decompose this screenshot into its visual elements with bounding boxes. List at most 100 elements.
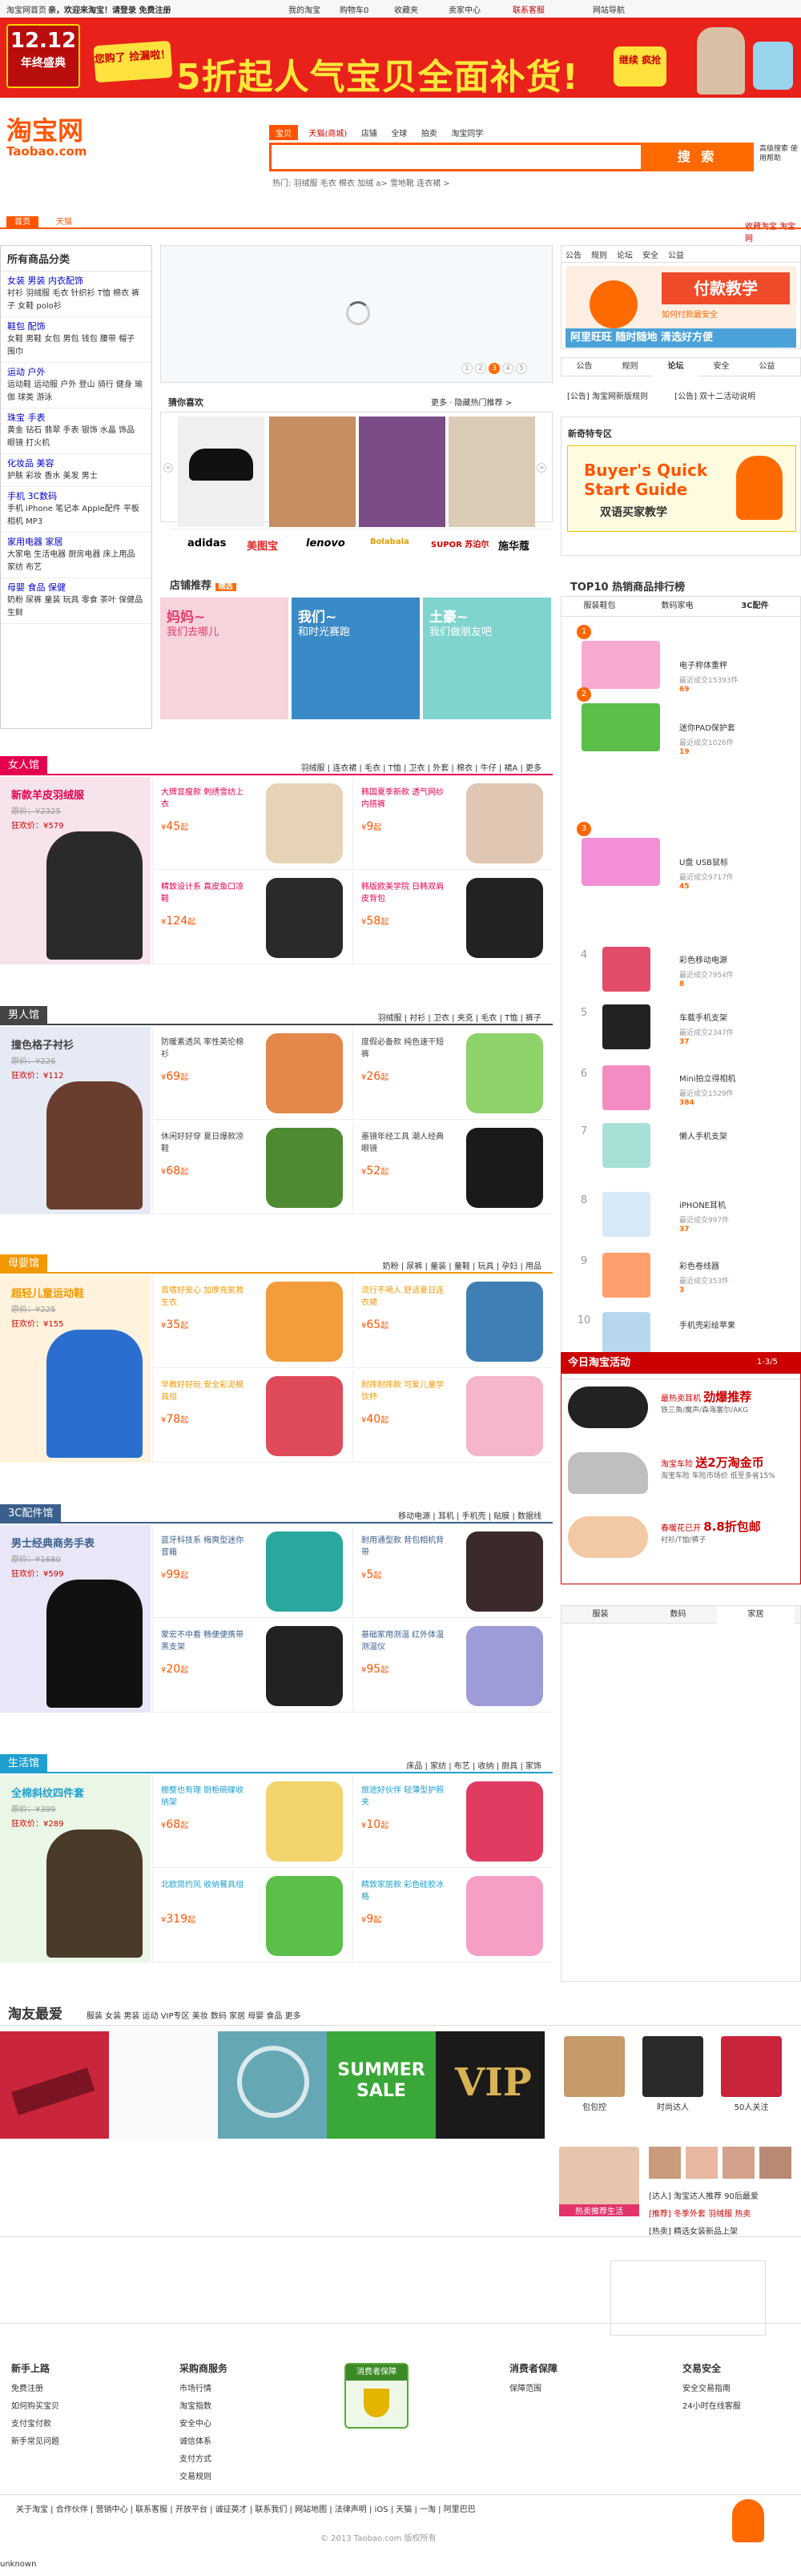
footer-link[interactable]: 安全中心	[179, 2416, 227, 2433]
category-links[interactable]: 运动鞋 运动服 户外 登山 骑行 健身 瑜伽 球类 游泳	[7, 379, 145, 405]
fav-list-item[interactable]: [热卖] 精选女装新品上架	[649, 2224, 759, 2241]
avatar[interactable]	[759, 2147, 791, 2179]
category-heading[interactable]: 鞋包 配饰	[7, 320, 145, 333]
announce-tab[interactable]: 安全	[642, 248, 658, 260]
activity-item[interactable]: 春暖花已开 8.8折包邮 衬衫/T恤/裤子	[568, 1513, 794, 1561]
rank-item-name[interactable]: 彩色移动电源	[679, 953, 727, 965]
aliwangwang-bar[interactable]: 阿里旺旺 随时随地 清选好方便	[566, 328, 796, 348]
category-group[interactable]: 珠宝 手表 黄金 钻石 翡翠 手表 银饰 水晶 饰品 眼镜 打火机	[1, 409, 151, 454]
floor-title[interactable]: 母婴馆	[0, 1254, 48, 1274]
fav-user[interactable]: 时尚达人	[638, 2036, 708, 2112]
category-links[interactable]: 大家电 生活电器 厨房电器 床上用品 家纺 布艺	[7, 549, 145, 574]
fav-banner[interactable]: VIP	[436, 2031, 545, 2139]
floor-title[interactable]: 男人馆	[0, 1006, 48, 1025]
top10-item[interactable]: 1 电子称体重秤 最近成交15393件 69	[570, 620, 795, 694]
search-tab-global[interactable]: 全球	[391, 127, 407, 139]
category-links[interactable]: 手机 iPhone 笔记本 Apple配件 平板 相机 MP3	[7, 503, 145, 529]
activity-item[interactable]: 最热卖耳机 劲爆推荐 铁三角/魔声/森海塞尔/AKG	[568, 1383, 794, 1431]
category-links[interactable]: 奶粉 尿裤 童装 玩具 零食 茶叶 保健品 生鲜	[7, 594, 145, 620]
brand-logo[interactable]: 施华蔻	[498, 537, 529, 553]
category-group[interactable]: 母婴 食品 保健 奶粉 尿裤 童装 玩具 零食 茶叶 保健品 生鲜	[1, 578, 151, 624]
rank-item-name[interactable]: 彩色卷线器	[679, 1259, 719, 1271]
top10-item[interactable]: 2 迷你PAD保护套 最近成交1026件 19	[570, 682, 795, 756]
floor-links[interactable]: 床品 | 家纺 | 布艺 | 收纳 | 厨具 | 家饰	[406, 1759, 541, 1771]
search-tab-baobei[interactable]: 宝贝	[269, 125, 298, 140]
notice-tab[interactable]: 规则	[607, 358, 653, 376]
brand-logo[interactable]: SUPOR 苏泊尔	[431, 537, 489, 549]
category-group[interactable]: 手机 3C数码 手机 iPhone 笔记本 Apple配件 平板 相机 MP3	[1, 487, 151, 533]
category-heading[interactable]: 母婴 食品 保健	[7, 582, 145, 594]
rank-item-image[interactable]	[602, 1192, 650, 1237]
footer-link[interactable]: 安全交易指南	[682, 2381, 741, 2398]
slider-dot[interactable]: 1	[461, 363, 473, 374]
search-tab-auction[interactable]: 拍卖	[421, 127, 437, 139]
topbar-login-text[interactable]: 亲，欢迎来淘宝！请登录 免费注册	[48, 3, 171, 15]
category-group[interactable]: 鞋包 配饰 女鞋 男鞋 女包 男包 钱包 腰带 帽子 围巾	[1, 317, 151, 363]
floor-product[interactable]: 基础家用测温 红外体温测温仪 ¥95起	[352, 1620, 553, 1713]
activity-page[interactable]: 1-3/5	[757, 1358, 778, 1366]
category-group[interactable]: 化妆品 美容 护肤 彩妆 香水 美发 男士	[1, 454, 151, 487]
floor-title[interactable]: 3C配件馆	[0, 1504, 62, 1523]
avatar[interactable]	[686, 2147, 718, 2179]
category-heading[interactable]: 运动 户外	[7, 366, 145, 379]
category-heading[interactable]: 女装 男装 内衣配饰	[7, 275, 145, 288]
topbar-cart[interactable]: 购物车0	[340, 3, 368, 15]
category-links[interactable]: 女鞋 男鞋 女包 男包 钱包 腰带 帽子 围巾	[7, 333, 145, 359]
fav-banner[interactable]: SUMMER SALE	[327, 2031, 436, 2139]
category-group[interactable]: 运动 户外 运动鞋 运动服 户外 登山 骑行 健身 瑜伽 球类 游泳	[1, 363, 151, 409]
taobao-logo[interactable]: 淘宝网 Taobao.com	[6, 111, 87, 159]
recommend-item-image[interactable]	[178, 417, 264, 527]
floor-featured[interactable]: 全棉斜纹四件套 原价：¥399 狂欢价：¥289	[0, 1775, 151, 1962]
rank-item-name[interactable]: 车载手机支架	[679, 1011, 727, 1023]
notice-tab[interactable]: 公益	[744, 358, 790, 376]
topbar-my-taobao[interactable]: 我的淘宝	[288, 3, 320, 15]
floor-product[interactable]: 耐摔耐摔款 可爱儿童学饮杯 ¥40起	[352, 1370, 553, 1463]
footer-links[interactable]: 关于淘宝 | 合作伙伴 | 营销中心 | 联系客服 | 开放平台 | 诚征英才 …	[16, 2502, 476, 2514]
brand-logo[interactable]: adidas	[187, 537, 226, 549]
slider-dot[interactable]: 5	[516, 363, 527, 374]
floor-product[interactable]: 休闲好好穿 夏日爆款凉鞋 ¥68起	[152, 1121, 352, 1214]
recommend-item-image[interactable]	[359, 417, 445, 527]
rank-item-image[interactable]	[602, 1065, 650, 1110]
grey-tab-active[interactable]: 家居	[717, 1606, 795, 1624]
floor-product[interactable]: 精致设计系 真皮鱼口凉鞋 ¥124起	[152, 871, 352, 964]
search-button[interactable]: 搜 索	[641, 143, 754, 171]
fav-banner[interactable]	[218, 2031, 327, 2139]
floor-featured[interactable]: 新款羊皮羽绒服 原价：¥2325 狂欢价：¥579	[0, 777, 151, 964]
footer-link[interactable]: 诚信体系	[179, 2433, 227, 2451]
floor-links[interactable]: 移动电源 | 耳机 | 手机壳 | 贴膜 | 数据线	[398, 1509, 541, 1521]
store-banner[interactable]: 妈妈~ 我们去哪儿	[160, 598, 288, 719]
fav-banner[interactable]	[0, 2031, 109, 2139]
topbar-home-link[interactable]: 淘宝网首页	[6, 3, 46, 15]
carousel-next-icon[interactable]: >	[537, 463, 546, 473]
floor-featured[interactable]: 撞色格子衬衫 原价：¥226 狂欢价：¥112	[0, 1027, 151, 1214]
nav-right-links[interactable]: 收藏淘宝 淘宝网	[745, 219, 801, 244]
carousel-prev-icon[interactable]: <	[163, 463, 173, 473]
rank-item-name[interactable]: Mini拍立得相机	[679, 1072, 736, 1084]
top10-item[interactable]: 8 iPHONE耳机 最近成交997件 37	[570, 1189, 795, 1245]
top10-tab-active[interactable]: 3C配件	[716, 596, 794, 617]
floor-product[interactable]: 北欧简约风 收纳餐具组 ¥319起	[152, 1870, 352, 1962]
topbar-site-nav[interactable]: 网站导航	[593, 3, 625, 15]
notice-item[interactable]: [公告] 淘宝网新版规则	[567, 392, 648, 401]
ad-placeholder[interactable]	[610, 2260, 766, 2336]
announce-tab[interactable]: 论坛	[617, 248, 633, 260]
topbar-customer-service[interactable]: 联系客服	[513, 3, 545, 15]
topbar-favorites[interactable]: 收藏夹	[394, 3, 418, 15]
fav-list-item[interactable]: [推荐] 冬季外套 羽绒服 热卖	[649, 2206, 759, 2224]
floor-featured[interactable]: 男士经典商务手表 原价：¥1680 狂欢价：¥599	[0, 1525, 151, 1713]
floor-title[interactable]: 女人馆	[0, 756, 48, 775]
rank-item-image[interactable]	[602, 1312, 650, 1357]
activity-item[interactable]: 淘宝车险 送2万淘金币 淘宝车险 车险市场价 低至多省15%	[568, 1449, 794, 1497]
floor-product[interactable]: 大牌显瘦款 刺绣雪纺上衣 ¥45起	[152, 777, 352, 870]
search-tab-shop[interactable]: 店铺	[361, 127, 377, 139]
recommend-more-link[interactable]: 更多 · 隐藏热门推荐 >	[431, 396, 512, 408]
store-banner[interactable]: 我们~ 和时光赛跑	[292, 598, 420, 719]
notice-tab-active[interactable]: 论坛	[653, 358, 698, 377]
store-banner[interactable]: 土豪~ 我们做朋友吧	[423, 598, 551, 719]
notice-tab[interactable]: 公告	[562, 358, 607, 376]
topbar-seller-center[interactable]: 卖家中心	[449, 3, 481, 15]
rank-item-image[interactable]	[602, 1004, 650, 1049]
category-links[interactable]: 衬衫 羽绒服 毛衣 针织衫 T恤 棉衣 裤子 女鞋 polo衫	[7, 288, 145, 313]
consumer-protection-badge[interactable]: 消费者保障	[344, 2363, 409, 2429]
